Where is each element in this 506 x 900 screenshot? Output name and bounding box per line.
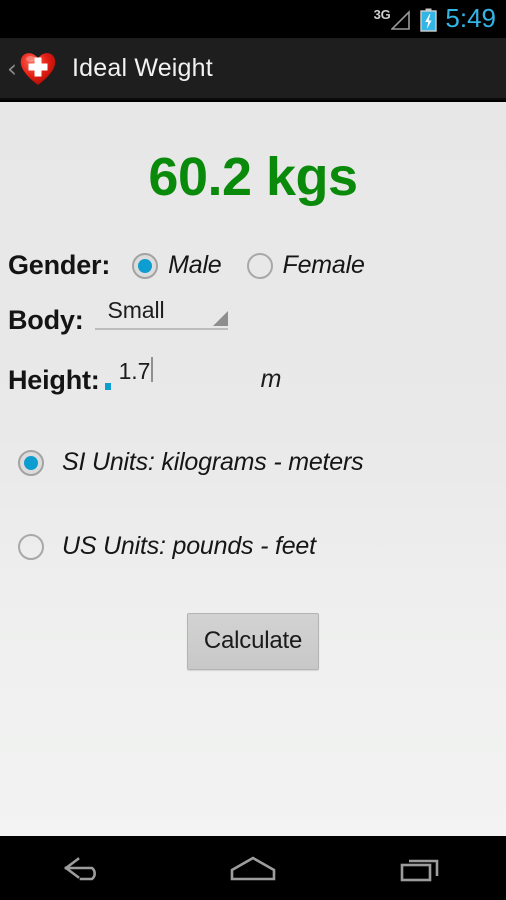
height-input-text-line: 1.7 [108,354,248,390]
spinner-triangle-icon [212,311,228,326]
text-caret [151,357,154,382]
main-content: 60.2 kgs Gender: Male Female Body: Small… [0,102,506,836]
height-input[interactable]: 1.7 [108,354,248,390]
gender-label: Gender: [8,250,111,280]
phone-screen: 3G 5:49 ‹ Ideal Weight 60.2 kgs Gender: … [0,0,506,900]
signal-triangle-icon [391,9,411,30]
gender-option-male[interactable]: Male [130,251,222,280]
body-label: Body: [8,305,84,335]
heart-cross-icon[interactable] [18,48,58,88]
height-unit-label: m [260,365,282,393]
body-row: Body: Small [0,297,506,336]
unit-si-radio[interactable] [18,449,44,476]
network-type-label: 3G [373,6,391,22]
action-bar: ‹ Ideal Weight [0,38,506,100]
back-arrow-icon [64,857,97,881]
unit-option-si[interactable]: SI Units: kilograms - meters [0,448,506,477]
unit-si-label: SI Units: kilograms - meters [62,448,364,476]
gender-female-label: Female [282,251,365,279]
back-chevron-icon[interactable]: ‹ [7,56,17,81]
page-title: Ideal Weight [72,53,213,82]
ideal-weight-result: 60.2 kgs [148,147,358,207]
battery-charging-icon [420,8,438,32]
gender-row: Gender: Male Female [0,250,506,281]
gender-male-label: Male [168,251,222,279]
unit-us-radio[interactable] [18,533,44,560]
height-label: Height: [8,365,100,395]
unit-us-label: US Units: pounds - feet [62,532,316,560]
height-row: Height: 1.7 m [0,354,506,396]
status-bar-clock: 5:49 [445,3,496,33]
unit-option-us[interactable]: US Units: pounds - feet [0,532,506,561]
gender-female-radio[interactable] [246,252,273,279]
nav-recents-button[interactable] [367,836,477,900]
calculate-button-container: Calculate [0,613,506,670]
android-navigation-bar [0,836,506,900]
home-icon [230,856,276,881]
calculate-button[interactable]: Calculate [187,613,319,670]
status-bar: 3G 5:49 [0,0,506,38]
height-input-value: 1.7 [118,358,151,384]
gender-option-female[interactable]: Female [245,251,365,280]
body-type-selected-value: Small [107,297,165,323]
nav-home-button[interactable] [198,836,308,900]
nav-back-button[interactable] [29,836,139,900]
recents-icon [400,859,438,882]
gender-male-radio[interactable] [132,252,159,279]
body-type-spinner[interactable]: Small [94,297,228,330]
